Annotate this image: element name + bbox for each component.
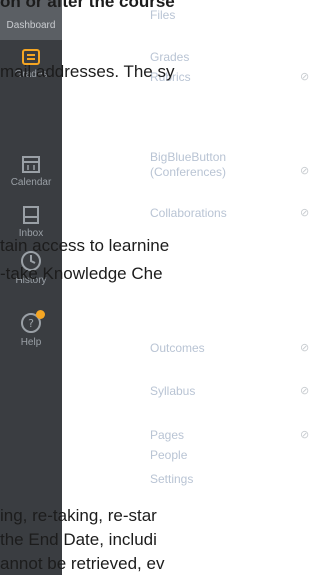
hidden-eye-icon: ⊘: [300, 165, 310, 177]
page-text-fragment: -take Knowledge Che: [0, 264, 163, 283]
course-nav-outcomes[interactable]: Outcomes: [150, 341, 205, 356]
hidden-eye-icon: ⊘: [300, 207, 310, 219]
course-nav-bigbluebutton[interactable]: BigBlueButton (Conferences): [150, 150, 260, 180]
course-navigation: Files Grades Rubrics BigBlueButton (Conf…: [150, 0, 320, 575]
nav-calendar-label: Calendar: [10, 177, 52, 188]
page-text-fragment: on or after the course: [0, 0, 175, 11]
course-nav-collaborations[interactable]: Collaborations: [150, 206, 227, 221]
nav-help[interactable]: ? Help: [0, 310, 62, 348]
nav-calendar[interactable]: Calendar: [0, 154, 62, 188]
page-text-line: the End Date, includi: [0, 530, 320, 550]
course-nav-people[interactable]: People: [150, 448, 187, 463]
nav-inbox[interactable]: Inbox: [0, 205, 62, 239]
page-text-fragment: the End Date, includi: [0, 530, 157, 549]
page-text-fragment: ing, re-taking, re-star: [0, 506, 157, 525]
hidden-eye-icon: ⊘: [300, 342, 310, 354]
calendar-icon: [22, 156, 40, 173]
page-text-fragment: tain access to learnine: [0, 236, 170, 255]
page-text-line: tain access to learnine: [0, 236, 320, 256]
nav-help-label: Help: [20, 337, 42, 348]
inbox-icon: [23, 206, 39, 224]
svg-text:?: ?: [28, 317, 34, 330]
course-nav-settings[interactable]: Settings: [150, 472, 193, 487]
page-text-fragment: annot be retrieved, ev: [0, 554, 165, 573]
page-text-fragment: mail addresses. The sy: [0, 62, 175, 81]
hidden-eye-icon: ⊘: [300, 385, 310, 397]
course-nav-syllabus[interactable]: Syllabus: [150, 384, 195, 399]
page-text-line: -take Knowledge Che: [0, 264, 320, 284]
course-nav-pages[interactable]: Pages: [150, 428, 184, 443]
help-notification-badge: [36, 310, 45, 319]
page-text-line: mail addresses. The sy: [0, 62, 320, 82]
global-navigation: Dashboard Grades Calendar Inbox History: [0, 0, 62, 575]
page-text-line: annot be retrieved, ev: [0, 554, 320, 574]
hidden-eye-icon: ⊘: [300, 429, 310, 441]
page-text-line: on or after the course: [0, 0, 320, 12]
page-text-line: ing, re-taking, re-star: [0, 506, 320, 526]
